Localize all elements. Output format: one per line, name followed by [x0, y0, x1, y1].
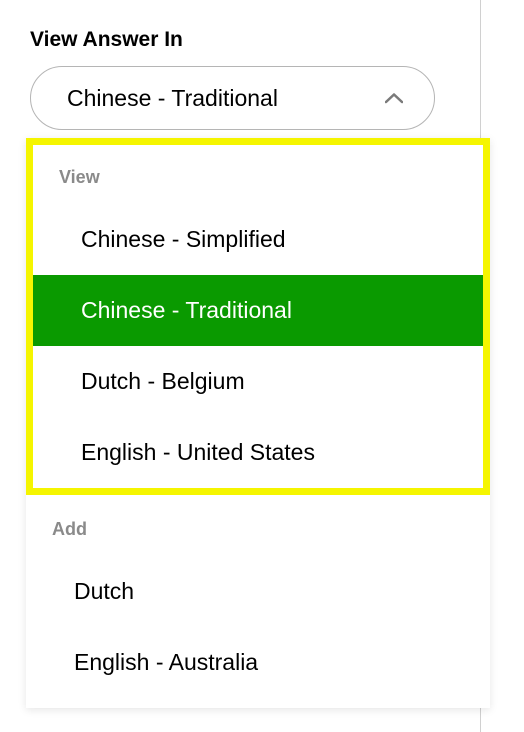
language-dropdown-panel: View Chinese - Simplified Chinese - Trad…	[26, 138, 490, 708]
add-group: Add Dutch English - Australia	[26, 495, 490, 708]
language-selector-container: View Answer In Chinese - Traditional Vie…	[0, 0, 524, 130]
option-english-united-states[interactable]: English - United States	[33, 417, 483, 488]
selected-language-value: Chinese - Traditional	[67, 85, 278, 112]
option-chinese-traditional[interactable]: Chinese - Traditional	[33, 275, 483, 346]
view-group-highlight: View Chinese - Simplified Chinese - Trad…	[26, 138, 490, 495]
group-header-view: View	[33, 145, 483, 204]
chevron-up-icon	[384, 88, 404, 108]
group-header-add: Add	[26, 495, 490, 556]
option-dutch[interactable]: Dutch	[26, 556, 490, 627]
option-english-australia[interactable]: English - Australia	[26, 627, 490, 698]
option-chinese-simplified[interactable]: Chinese - Simplified	[33, 204, 483, 275]
language-select-trigger[interactable]: Chinese - Traditional	[30, 66, 435, 130]
option-dutch-belgium[interactable]: Dutch - Belgium	[33, 346, 483, 417]
section-label: View Answer In	[30, 28, 494, 52]
